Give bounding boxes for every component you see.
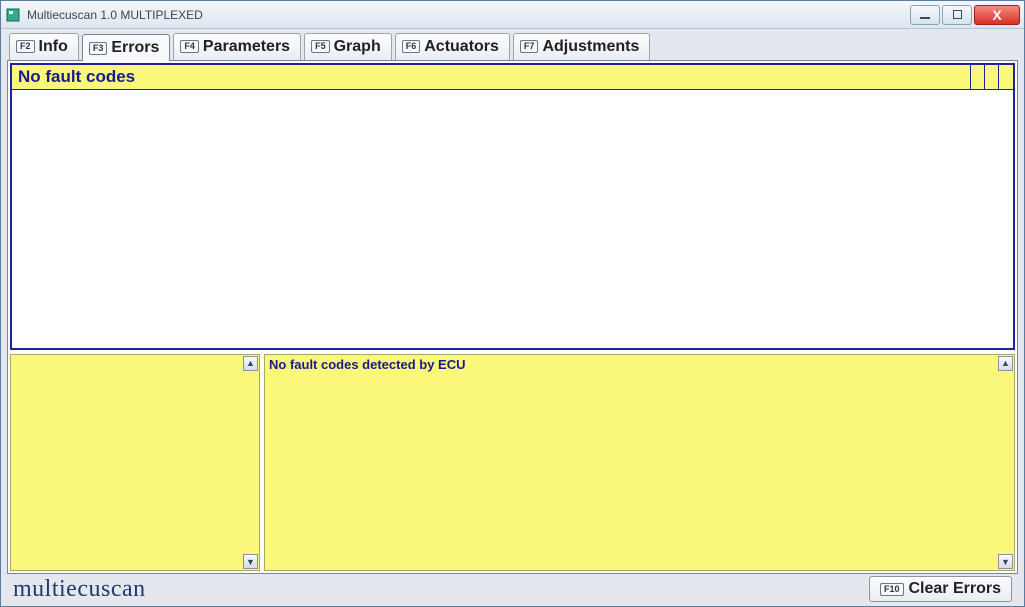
footer-bar: multiecuscan F10 Clear Errors <box>7 574 1018 604</box>
header-col-1 <box>971 65 985 89</box>
scroll-up-button[interactable]: ▲ <box>998 356 1013 371</box>
tab-label: Graph <box>334 38 381 56</box>
fault-codes-header: No fault codes <box>12 65 971 89</box>
minimize-button[interactable] <box>910 5 940 25</box>
header-col-3 <box>999 65 1013 89</box>
fault-codes-table: No fault codes <box>10 63 1015 350</box>
tab-actuators[interactable]: F6 Actuators <box>395 33 510 60</box>
fault-codes-list[interactable] <box>12 90 1013 348</box>
titlebar[interactable]: Multiecuscan 1.0 MULTIPLEXED X <box>1 1 1024 29</box>
details-row: ▲ ▼ No fault codes detected by ECU ▲ ▼ <box>10 354 1015 571</box>
clear-errors-button[interactable]: F10 Clear Errors <box>869 576 1012 602</box>
scroll-up-button[interactable]: ▲ <box>243 356 258 371</box>
fkey-badge: F7 <box>520 40 539 53</box>
button-label: Clear Errors <box>909 580 1002 598</box>
header-col-2 <box>985 65 999 89</box>
fkey-badge: F10 <box>880 583 904 596</box>
fkey-badge: F5 <box>311 40 330 53</box>
fkey-badge: F3 <box>89 42 108 55</box>
fkey-badge: F2 <box>16 40 35 53</box>
scroll-down-button[interactable]: ▼ <box>998 554 1013 569</box>
tab-label: Actuators <box>424 38 499 56</box>
app-window: Multiecuscan 1.0 MULTIPLEXED X F2 Info F… <box>0 0 1025 607</box>
client-area: F2 Info F3 Errors F4 Parameters F5 Graph… <box>1 29 1024 606</box>
detail-left-panel: ▲ ▼ <box>10 354 260 571</box>
window-controls: X <box>910 5 1020 25</box>
tab-label: Info <box>39 38 68 56</box>
detail-right-panel: No fault codes detected by ECU ▲ ▼ <box>264 354 1015 571</box>
tab-label: Errors <box>111 39 159 57</box>
fault-codes-header-row: No fault codes <box>12 65 1013 90</box>
window-title: Multiecuscan 1.0 MULTIPLEXED <box>27 8 910 22</box>
errors-tab-body: No fault codes ▲ ▼ No fault codes detect… <box>7 60 1018 574</box>
tab-parameters[interactable]: F4 Parameters <box>173 33 301 60</box>
detail-message: No fault codes detected by ECU <box>269 357 996 372</box>
maximize-button[interactable] <box>942 5 972 25</box>
tab-label: Parameters <box>203 38 290 56</box>
scroll-down-button[interactable]: ▼ <box>243 554 258 569</box>
tab-info[interactable]: F2 Info <box>9 33 79 60</box>
brand-logo: multiecuscan <box>13 576 146 603</box>
tab-adjustments[interactable]: F7 Adjustments <box>513 33 650 60</box>
app-icon <box>5 7 21 23</box>
close-button[interactable]: X <box>974 5 1020 25</box>
fkey-badge: F6 <box>402 40 421 53</box>
tab-label: Adjustments <box>542 38 639 56</box>
tab-strip: F2 Info F3 Errors F4 Parameters F5 Graph… <box>7 33 1018 60</box>
fkey-badge: F4 <box>180 40 199 53</box>
tab-graph[interactable]: F5 Graph <box>304 33 392 60</box>
tab-errors[interactable]: F3 Errors <box>82 34 171 61</box>
